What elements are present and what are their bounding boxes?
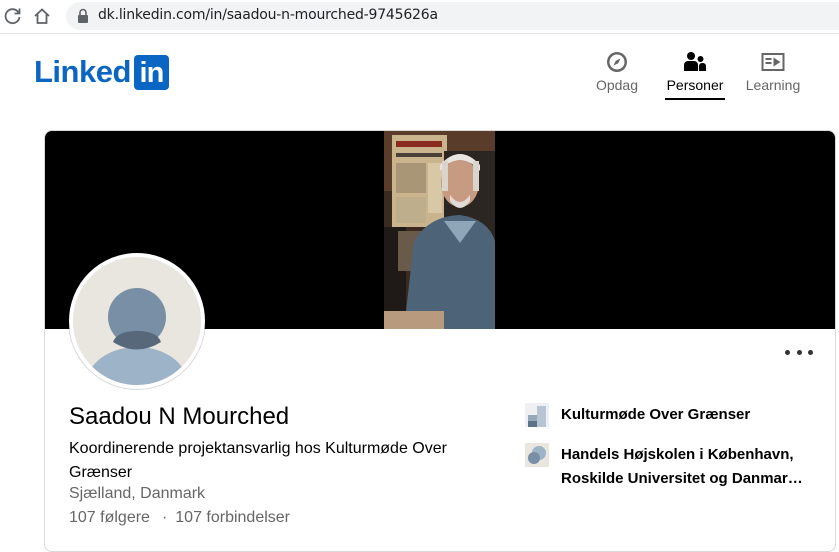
profile-card: Saadou N Mourched Koordinerende projekta… [44,130,836,552]
lock-icon[interactable] [76,7,90,25]
profile-location: Sjælland, Danmark [69,485,206,502]
play-video-icon [761,53,785,71]
reload-icon[interactable] [3,6,23,26]
profile-name: Saadou N Mourched [69,403,290,430]
linkedin-logo[interactable]: Linked in [34,54,169,90]
stats-separator: · [161,509,168,526]
school-logo-icon [525,443,549,467]
nav-label-learning: Learning [745,77,801,93]
nav-label-opdag: Opdag [595,77,639,93]
logo-wordmark: Linked [34,54,131,89]
nav-label-personer: Personer [666,77,724,93]
browser-toolbar: dk.linkedin.com/in/saadou-n-mourched-974… [0,0,839,34]
profile-headline: Koordinerende projektansvarlig hos Kultu… [69,440,447,481]
nav-item-opdag[interactable]: Opdag [581,48,653,98]
school-name: Handels Højskolen i København, Roskilde … [561,446,803,487]
company-logo-icon [525,403,549,427]
profile-stats: 107 følgere · 107 forbindelser [69,509,290,527]
more-dot [796,349,802,355]
more-options-icon[interactable] [785,345,813,359]
compass-icon [607,52,627,72]
education[interactable]: Handels Højskolen i København, Roskilde … [525,443,811,491]
connections-count[interactable]: 107 forbindelser [175,509,290,526]
followers-count[interactable]: 107 følgere [69,509,150,526]
nav-item-personer[interactable]: Personer [659,48,731,100]
logo-in-box: in [133,54,169,90]
company-name: Kulturmøde Over Grænser [561,406,751,423]
url-text[interactable]: dk.linkedin.com/in/saadou-n-mourched-974… [98,7,438,23]
cover-photo [384,131,495,329]
nav-item-learning[interactable]: Learning [737,48,809,98]
top-navigation: Opdag Personer Learning [575,48,809,100]
more-dot [785,349,790,355]
more-dot [808,349,813,355]
home-icon[interactable] [32,6,52,26]
profile-avatar[interactable] [69,253,205,389]
current-company[interactable]: Kulturmøde Over Grænser [525,403,811,427]
default-avatar-icon [73,257,201,385]
people-icon [684,52,706,71]
